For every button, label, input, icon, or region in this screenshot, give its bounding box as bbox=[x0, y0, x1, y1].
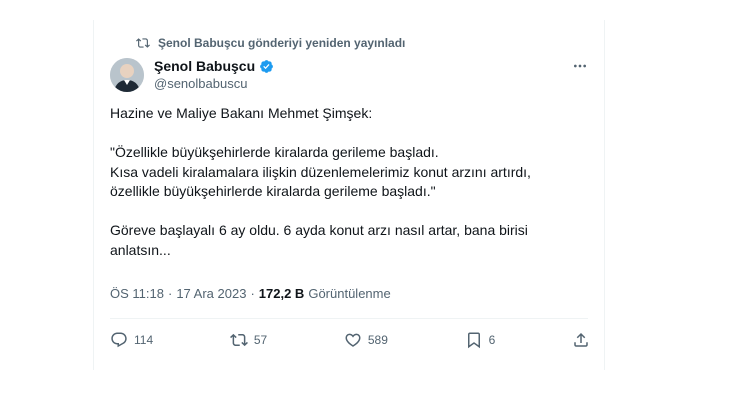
tweet-line: Kısa vadeli kiralamalara ilişkin düzenle… bbox=[110, 163, 531, 180]
bookmark-button[interactable]: 6 bbox=[465, 328, 496, 352]
like-count: 589 bbox=[367, 333, 388, 347]
reply-count: 114 bbox=[134, 333, 154, 347]
tweet-line: Hazine ve Maliye Bakanı Mehmet Şimşek: bbox=[110, 105, 373, 121]
reply-button[interactable]: 114 bbox=[110, 328, 153, 352]
author-block: Şenol Babuşcu @senolbabuscu bbox=[154, 58, 274, 91]
tweet-text: Hazine ve Maliye Bakanı Mehmet Şimşek: "… bbox=[110, 104, 590, 260]
avatar[interactable] bbox=[110, 58, 144, 92]
retweet-icon bbox=[229, 333, 248, 347]
more-icon bbox=[574, 64, 586, 68]
more-options-button[interactable] bbox=[568, 56, 592, 76]
like-button[interactable]: 589 bbox=[344, 328, 388, 352]
views-count: 172,2 B bbox=[258, 286, 305, 301]
author-handle[interactable]: @senolbabuscu bbox=[154, 76, 274, 91]
retweet-icon bbox=[136, 38, 150, 48]
tweet-line: Göreve başlayalı 6 ay oldu. 6 ayda konut… bbox=[110, 222, 528, 238]
share-icon bbox=[574, 332, 588, 347]
retweet-banner-text[interactable]: Şenol Babuşcu gönderiyi yeniden yayınlad… bbox=[158, 36, 405, 50]
action-bar: 114 57 589 6 bbox=[110, 328, 590, 352]
retweet-button[interactable]: 57 bbox=[229, 328, 268, 352]
verified-badge-icon bbox=[259, 59, 274, 74]
share-button[interactable] bbox=[572, 328, 590, 352]
meta-separator: · bbox=[250, 286, 255, 301]
author-name[interactable]: Şenol Babuşcu bbox=[154, 58, 255, 74]
meta-separator: · bbox=[167, 286, 173, 301]
tweet-line: anlatsın... bbox=[110, 241, 171, 258]
tweet-line: "Özellikle büyükşehirlerde kiralarda ger… bbox=[110, 144, 439, 160]
tweet-card: Şenol Babuşcu gönderiyi yeniden yayınlad… bbox=[93, 20, 605, 370]
bookmark-count: 6 bbox=[488, 333, 496, 347]
retweet-banner: Şenol Babuşcu gönderiyi yeniden yayınlad… bbox=[136, 36, 405, 50]
tweet-meta: ÖS 11:18 · 17 Ara 2023 · 172,2 B Görüntü… bbox=[110, 286, 391, 301]
divider bbox=[110, 318, 588, 319]
tweet-date[interactable]: 17 Ara 2023 bbox=[176, 286, 246, 301]
reply-icon bbox=[111, 332, 127, 348]
retweet-count: 57 bbox=[253, 333, 268, 347]
tweet-time[interactable]: ÖS 11:18 bbox=[110, 286, 164, 301]
views-label: Görüntülenme bbox=[308, 286, 391, 301]
heart-icon bbox=[345, 333, 361, 347]
bookmark-icon bbox=[467, 332, 480, 349]
avatar-image bbox=[110, 58, 144, 92]
tweet-line: özellikle büyükşehirlerde kiralarda geri… bbox=[110, 183, 436, 199]
